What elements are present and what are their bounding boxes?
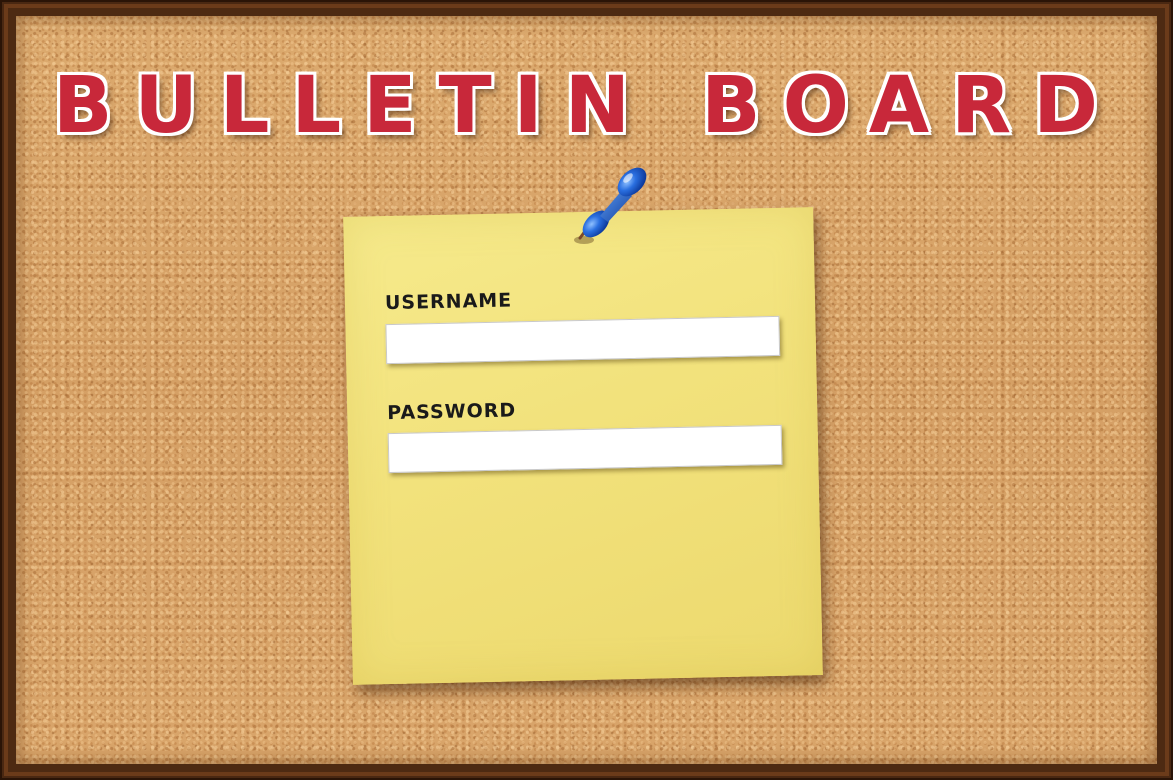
page-title: BULLETIN BOARD bbox=[53, 61, 1120, 151]
pushpin-icon bbox=[574, 167, 647, 244]
sticky-note-login: USERNAME PASSWORD bbox=[343, 207, 823, 685]
username-input[interactable] bbox=[385, 315, 781, 365]
password-input[interactable] bbox=[387, 424, 783, 474]
username-label: USERNAME bbox=[384, 289, 513, 315]
password-label: PASSWORD bbox=[387, 399, 517, 425]
